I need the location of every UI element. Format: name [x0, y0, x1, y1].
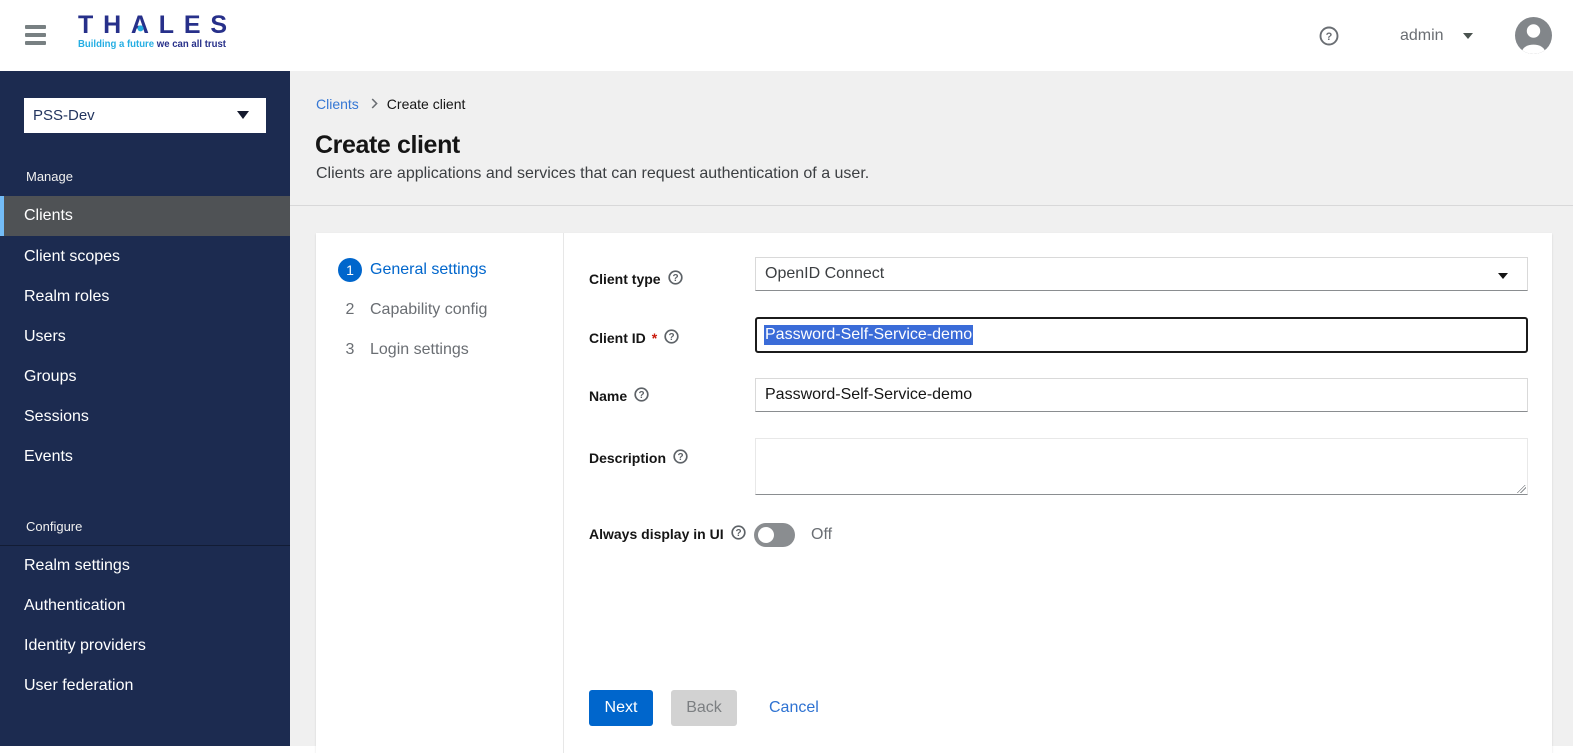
svg-text:?: ? — [639, 390, 645, 401]
svg-text:THALES: THALES — [78, 12, 227, 39]
svg-text:?: ? — [735, 528, 741, 539]
svg-text:?: ? — [1326, 31, 1333, 43]
svg-text:?: ? — [677, 452, 683, 463]
svg-text:?: ? — [672, 273, 678, 284]
svg-text:Building a future we can all t: Building a future we can all trust — [78, 39, 227, 50]
svg-text:?: ? — [669, 332, 675, 343]
